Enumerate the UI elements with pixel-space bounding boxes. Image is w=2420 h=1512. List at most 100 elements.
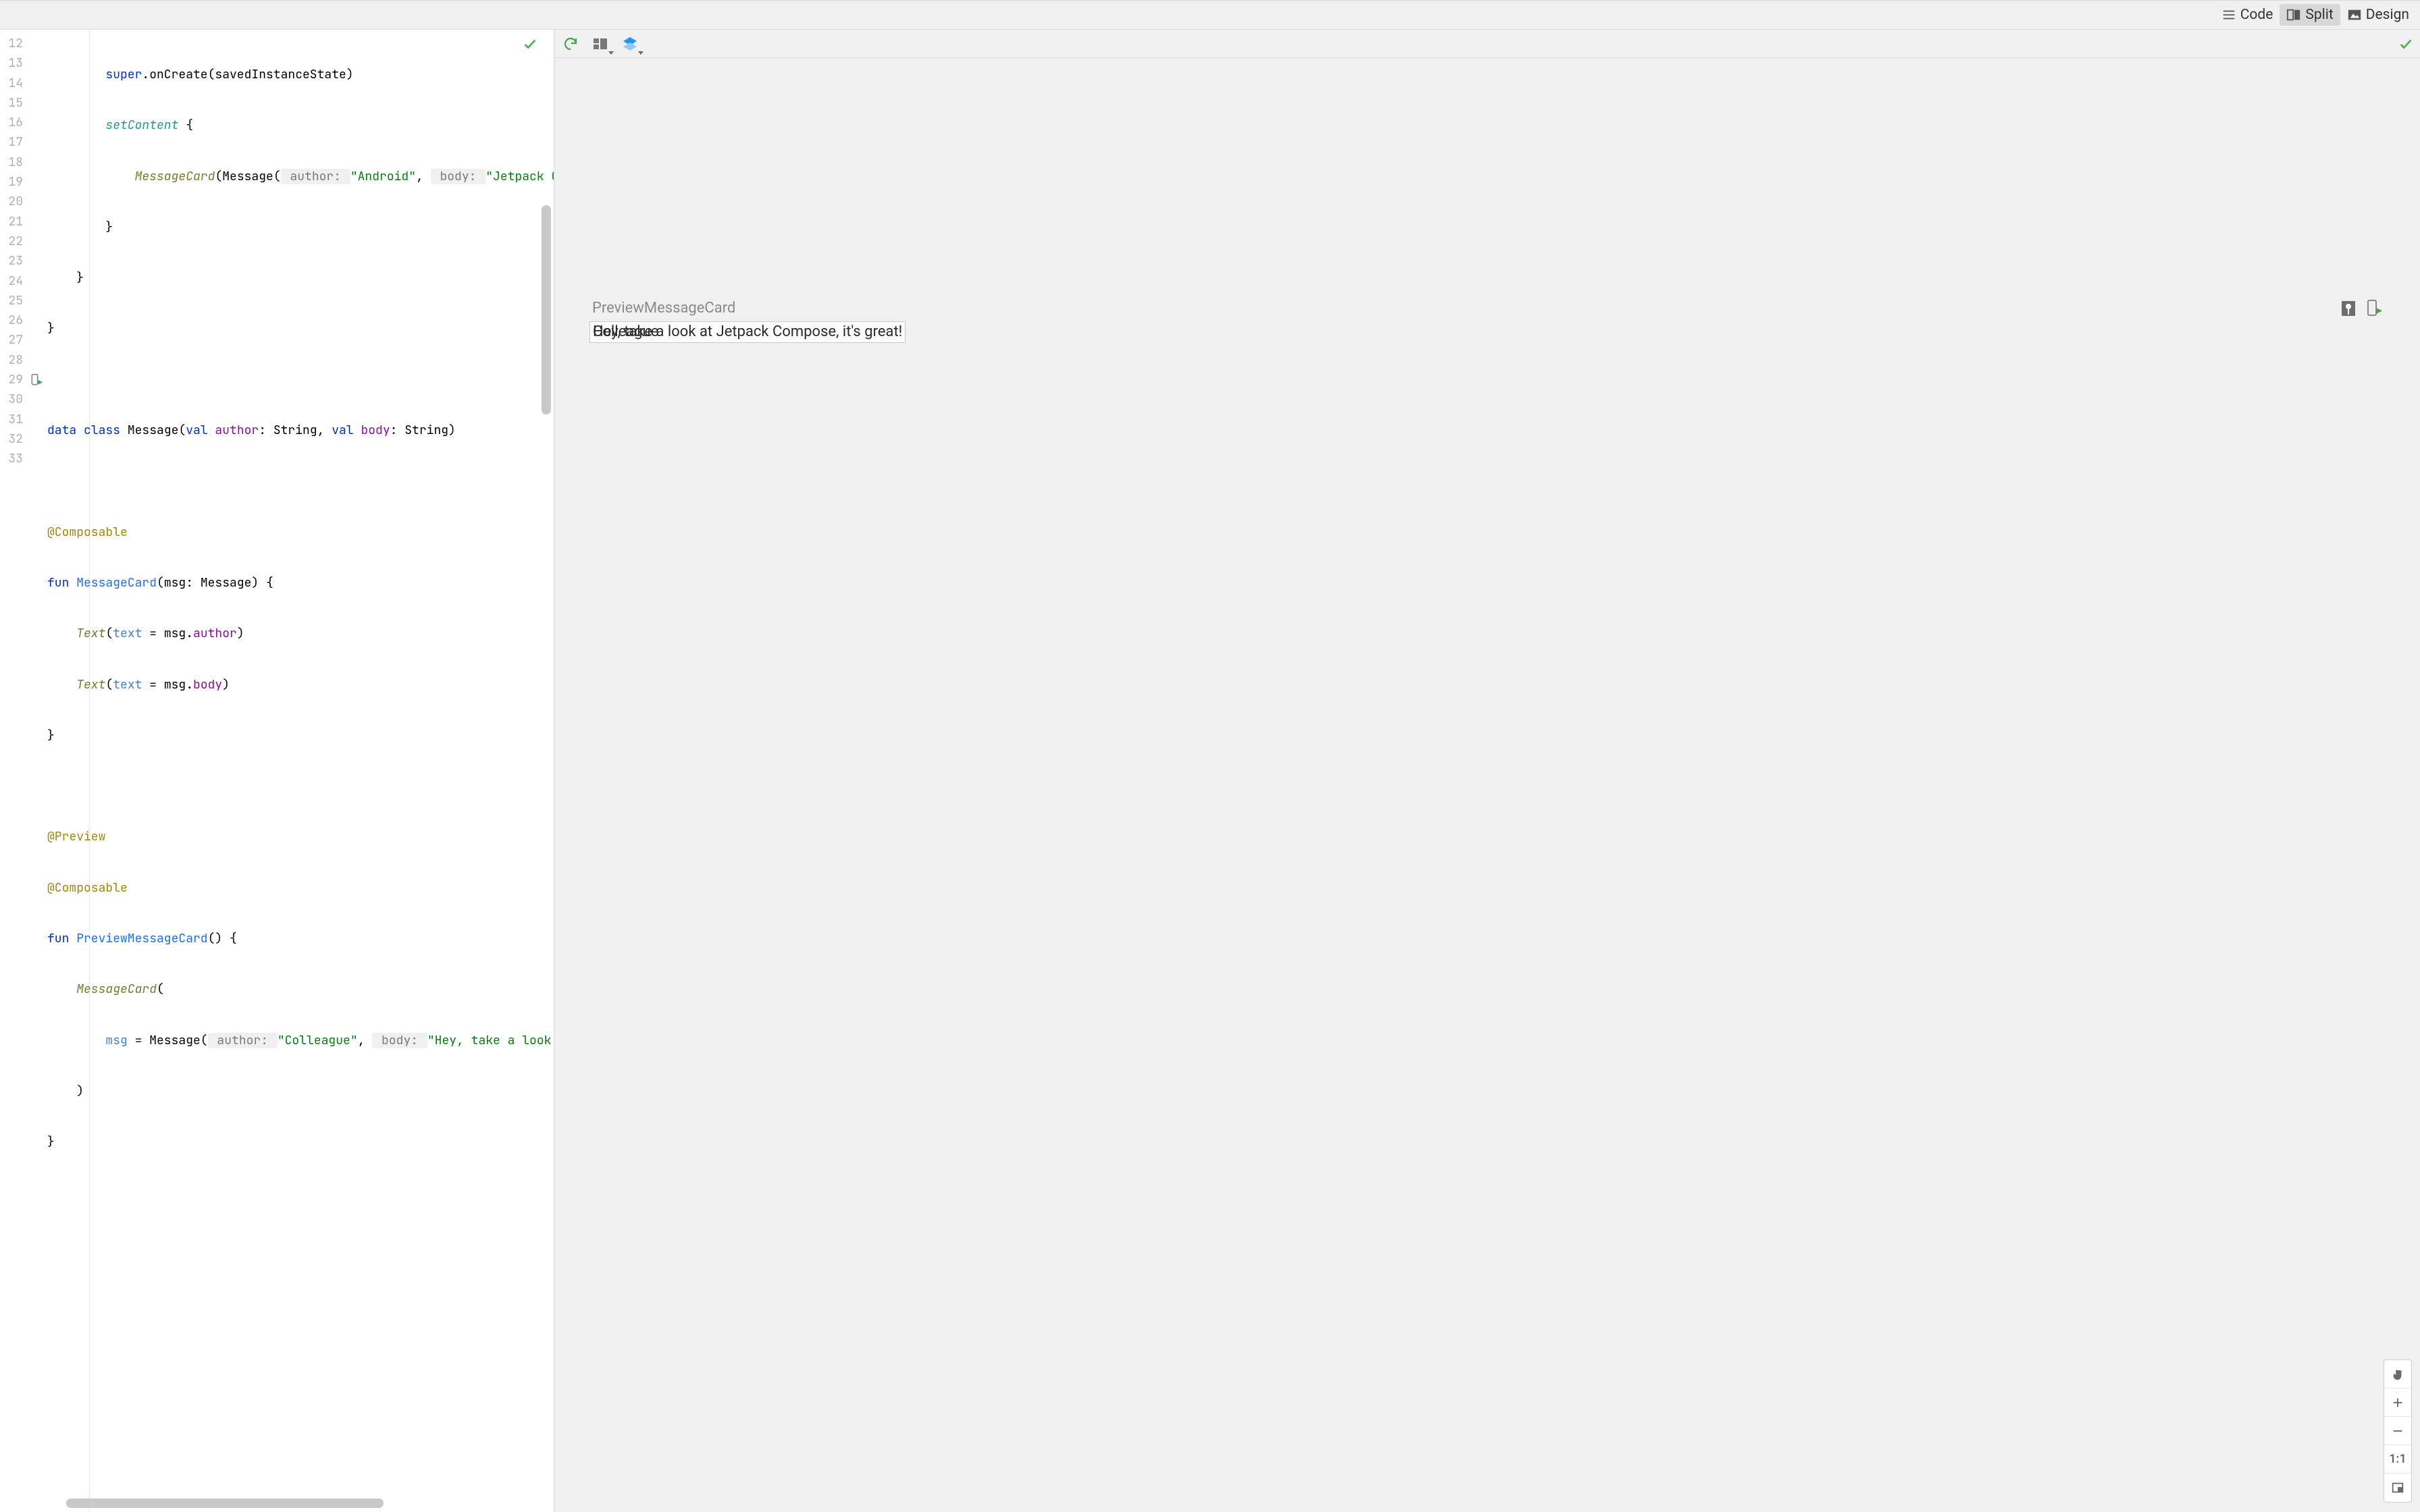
deploy-preview-button[interactable] (2366, 298, 2382, 317)
preview-ok-check-icon[interactable] (2398, 36, 2413, 51)
pan-tool-button[interactable] (2384, 1360, 2411, 1388)
interactive-preview-button[interactable] (2340, 298, 2357, 317)
line-number: 23 (0, 251, 47, 271)
code-token: ) (237, 626, 244, 641)
code-token: ( (105, 677, 113, 693)
code-token: Text (76, 677, 105, 693)
code-token: PreviewMessageCard (69, 931, 207, 946)
inlay-hint: author: (281, 169, 350, 184)
layers-icon (622, 36, 638, 52)
code-token: } (47, 1134, 55, 1150)
code-token: text (113, 626, 142, 641)
code-token: () { (208, 931, 237, 946)
line-number: 19 (0, 172, 47, 192)
no-problems-check-icon[interactable] (523, 36, 537, 51)
code-token: @Composable (47, 524, 128, 540)
deploy-device-icon (2366, 300, 2382, 316)
zoom-out-button[interactable] (2384, 1417, 2411, 1445)
zoom-fit-button[interactable] (2384, 1474, 2411, 1502)
run-preview-gutter-icon[interactable] (30, 373, 43, 387)
code-token: = Message( (128, 1033, 208, 1048)
code-token: (msg: Message) { (157, 575, 273, 591)
view-tab-design[interactable]: Design (2340, 4, 2416, 26)
chevron-down-icon (638, 51, 643, 55)
code-token: "Jetpack Com (485, 169, 554, 184)
code-token: @Preview (47, 829, 105, 844)
refresh-preview-button[interactable] (561, 34, 580, 53)
preview-canvas[interactable]: PreviewMessageCard Colleague Hey, take a… (554, 58, 2420, 1512)
zoom-reset-button[interactable]: 1:1 (2384, 1445, 2411, 1474)
compose-preview-pane: PreviewMessageCard Colleague Hey, take a… (554, 30, 2420, 1512)
line-number-gutter: 12 13 14 15 16 17 18 19 20 21 22 23 24 2… (0, 30, 47, 1512)
line-number: 13 (0, 53, 47, 73)
preview-rendered-output[interactable]: Colleague Hey, take a look at Jetpack Co… (589, 321, 905, 343)
code-token: MessageCard (135, 169, 215, 184)
line-number: 12 (0, 34, 47, 53)
code-token: super (105, 67, 142, 82)
line-number: 25 (0, 291, 47, 310)
view-tab-label: Design (2366, 7, 2409, 23)
surface-options-button[interactable] (621, 34, 639, 53)
code-token: ( (105, 626, 113, 641)
code-token: , (416, 169, 431, 184)
code-text-area[interactable]: super.onCreate(savedInstanceState) setCo… (47, 30, 554, 1512)
code-token: } (47, 321, 55, 336)
editor-vertical-scrollbar[interactable] (542, 205, 551, 414)
preview-text-author: Colleague (593, 323, 658, 341)
code-token: Message( (120, 423, 186, 438)
code-token: : String) (390, 423, 456, 438)
code-token: MessageCard (69, 575, 157, 591)
code-token: } (105, 219, 113, 235)
line-number: 22 (0, 232, 47, 251)
line-number: 20 (0, 192, 47, 211)
inlay-hint: body: (372, 1033, 427, 1048)
code-token: val (332, 423, 353, 438)
view-tab-split[interactable]: Split (2280, 4, 2340, 26)
line-number: 15 (0, 93, 47, 113)
code-token: body (193, 677, 222, 693)
code-token: } (47, 728, 55, 743)
line-number: 33 (0, 449, 47, 468)
code-token: "Colleague" (278, 1033, 358, 1048)
line-number: 14 (0, 74, 47, 93)
code-token: (Message( (215, 169, 280, 184)
zoom-ratio-label: 1:1 (2389, 1452, 2406, 1466)
code-token: @Composable (47, 880, 128, 896)
plus-icon (2390, 1395, 2405, 1410)
preview-composable-name: PreviewMessageCard (592, 300, 735, 317)
line-number: 21 (0, 212, 47, 232)
minus-icon (2390, 1424, 2405, 1438)
layout-options-button[interactable] (591, 34, 610, 53)
code-token: author (193, 626, 237, 641)
editor-horizontal-scrollbar[interactable] (66, 1498, 384, 1508)
split-icon (2286, 7, 2301, 22)
list-icon (2221, 7, 2236, 22)
preview-action-icons (2340, 298, 2382, 317)
code-token: ) (76, 1083, 84, 1099)
touch-icon (2340, 300, 2357, 316)
preview-toolbar (554, 30, 2420, 58)
view-tab-label: Code (2240, 7, 2273, 23)
fit-screen-icon (2390, 1480, 2405, 1495)
main-split: 12 13 14 15 16 17 18 19 20 21 22 23 24 2… (0, 30, 2420, 1512)
code-token: author (208, 423, 259, 438)
line-number: 31 (0, 410, 47, 429)
view-tab-code[interactable]: Code (2215, 4, 2280, 26)
code-token: : String, (259, 423, 332, 438)
code-token: fun (47, 575, 69, 591)
code-editor-pane: 12 13 14 15 16 17 18 19 20 21 22 23 24 2… (0, 30, 554, 1512)
refresh-icon (562, 36, 579, 52)
chevron-down-icon (608, 51, 614, 55)
line-number: 28 (0, 350, 47, 370)
zoom-in-button[interactable] (2384, 1388, 2411, 1417)
inlay-hint: body: (431, 169, 486, 184)
code-token: body (354, 423, 390, 438)
code-token: } (76, 270, 84, 286)
code-token: ) (222, 677, 230, 693)
view-mode-toolbar: Code Split Design (0, 0, 2420, 30)
code-token: setContent (105, 117, 178, 133)
code-token: class (84, 423, 120, 438)
layout-icon (592, 36, 608, 52)
code-token: "Hey, take a look at (427, 1033, 554, 1048)
code-token: { (178, 117, 193, 133)
